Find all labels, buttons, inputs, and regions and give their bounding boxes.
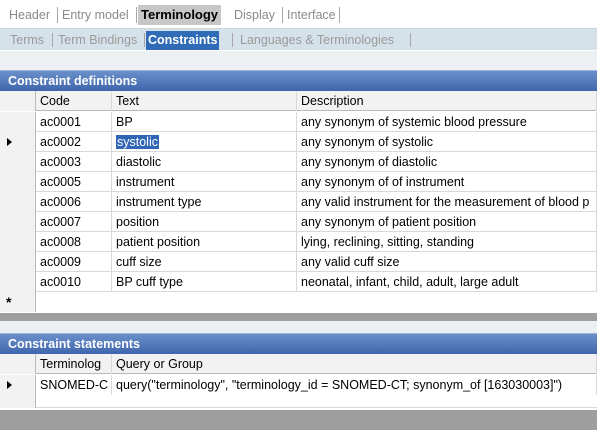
new-row[interactable]: * (0, 292, 597, 312)
new-row-asterisk-icon: * (6, 294, 12, 310)
definitions-grid: Code Text Description ac0001 BP any syno… (0, 91, 597, 313)
row-selector[interactable] (0, 252, 36, 272)
code-cell[interactable]: ac0009 (36, 252, 112, 272)
text-cell[interactable]: BP (112, 112, 297, 132)
selected-text[interactable]: systolic (116, 135, 159, 149)
description-cell[interactable]: neonatal, infant, child, adult, large ad… (297, 272, 597, 292)
row-header-corner (0, 354, 36, 374)
tab-divider (339, 7, 340, 23)
code-cell[interactable]: ac0003 (36, 152, 112, 172)
current-row-arrow-icon (7, 381, 12, 389)
table-row[interactable]: ac0008 patient position lying, reclining… (0, 232, 597, 252)
code-cell[interactable]: ac0007 (36, 212, 112, 232)
tab-terminology[interactable]: Terminology (138, 5, 222, 25)
code-cell[interactable]: ac0001 (36, 112, 112, 132)
table-row[interactable]: ac0003 diastolic any synonym of diastoli… (0, 152, 597, 172)
tab-divider (282, 7, 283, 23)
description-cell[interactable]: any synonym of of instrument (297, 172, 597, 192)
definitions-column-headers: Code Text Description (0, 91, 597, 111)
text-cell[interactable]: diastolic (112, 152, 297, 172)
description-cell[interactable]: any synonym of patient position (297, 212, 597, 232)
row-selector[interactable]: * (0, 292, 36, 312)
definitions-header: Constraint definitions (0, 70, 597, 91)
description-cell[interactable]: any valid cuff size (297, 252, 597, 272)
tab-constraints[interactable]: Constraints (146, 31, 220, 50)
tab-entry-model[interactable]: Entry model (59, 6, 132, 24)
main-tab-bar: Header Entry model Terminology Display I… (0, 0, 597, 28)
text-cell[interactable]: cuff size (112, 252, 297, 272)
current-row-arrow-icon (7, 138, 12, 146)
row-selector[interactable] (0, 375, 36, 408)
code-cell[interactable]: ac0005 (36, 172, 112, 192)
row-selector[interactable] (0, 172, 36, 192)
column-header-code[interactable]: Code (36, 91, 112, 111)
text-cell[interactable]: instrument type (112, 192, 297, 212)
row-selector[interactable] (0, 272, 36, 292)
column-header-text[interactable]: Text (112, 91, 297, 111)
table-row[interactable]: ac0007 position any synonym of patient p… (0, 212, 597, 232)
code-cell[interactable]: ac0002 (36, 132, 112, 152)
statements-column-headers: Terminolog Query or Group (0, 354, 597, 374)
table-row[interactable]: ac0001 BP any synonym of systemic blood … (0, 112, 597, 132)
tab-display[interactable]: Display (231, 6, 278, 24)
description-cell[interactable]: any synonym of diastolic (297, 152, 597, 172)
table-row[interactable]: ac0010 BP cuff type neonatal, infant, ch… (0, 272, 597, 292)
row-selector[interactable] (0, 152, 36, 172)
tab-divider (52, 33, 53, 47)
grid-empty-area (0, 410, 597, 430)
tab-divider (410, 33, 411, 47)
row-selector[interactable] (0, 132, 36, 152)
description-cell[interactable]: any synonym of systolic (297, 132, 597, 152)
tab-term-bindings[interactable]: Term Bindings (56, 32, 139, 49)
table-row[interactable]: ac0006 instrument type any valid instrum… (0, 192, 597, 212)
row-selector[interactable] (0, 192, 36, 212)
sub-tab-bar: Terms Term Bindings Constraints Language… (0, 28, 597, 50)
description-cell[interactable]: any valid instrument for the measurement… (297, 192, 597, 212)
text-cell[interactable]: position (112, 212, 297, 232)
tab-terms[interactable]: Terms (8, 32, 46, 49)
table-row[interactable]: ac0005 instrument any synonym of of inst… (0, 172, 597, 192)
tab-languages-terminologies[interactable]: Languages & Terminologies (238, 32, 396, 49)
text-cell[interactable]: systolic (112, 132, 297, 152)
spacer-band (0, 51, 597, 70)
tab-header[interactable]: Header (6, 6, 53, 24)
table-row-current[interactable]: SNOMED-C query("terminology", "terminolo… (0, 375, 597, 408)
tab-interface[interactable]: Interface (284, 6, 339, 24)
statements-header: Constraint statements (0, 333, 597, 354)
row-header-corner (0, 91, 36, 111)
table-row-current[interactable]: ac0002 systolic any synonym of systolic (0, 132, 597, 152)
row-selector[interactable] (0, 112, 36, 132)
code-cell[interactable]: ac0010 (36, 272, 112, 292)
description-cell[interactable]: any synonym of systemic blood pressure (297, 112, 597, 132)
table-row[interactable]: ac0009 cuff size any valid cuff size (0, 252, 597, 272)
statements-grid: Terminolog Query or Group SNOMED-C query… (0, 354, 597, 410)
tab-divider (232, 33, 233, 47)
column-header-terminology[interactable]: Terminolog (36, 354, 112, 374)
column-header-query[interactable]: Query or Group (112, 354, 597, 374)
text-cell[interactable]: patient position (112, 232, 297, 252)
query-cell[interactable]: query("terminology", "terminology_id = S… (112, 375, 597, 395)
row-selector[interactable] (0, 232, 36, 252)
description-cell[interactable]: lying, reclining, sitting, standing (297, 232, 597, 252)
spacer-band (0, 321, 597, 333)
column-header-description[interactable]: Description (297, 91, 597, 111)
text-cell[interactable]: instrument (112, 172, 297, 192)
tab-divider (144, 33, 145, 47)
row-selector[interactable] (0, 212, 36, 232)
code-cell[interactable]: ac0008 (36, 232, 112, 252)
code-cell[interactable]: ac0006 (36, 192, 112, 212)
terminology-cell[interactable]: SNOMED-C (36, 375, 112, 395)
tab-divider (136, 7, 137, 23)
tab-divider (57, 7, 58, 23)
grid-empty-area (0, 313, 597, 321)
text-cell[interactable]: BP cuff type (112, 272, 297, 292)
